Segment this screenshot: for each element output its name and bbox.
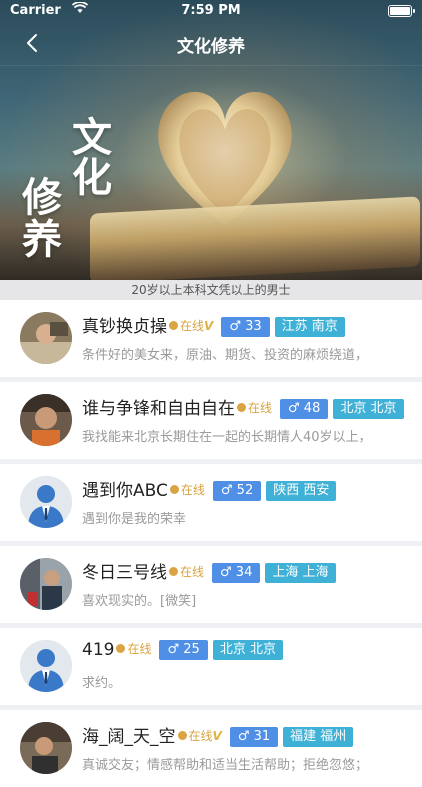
- online-label: 在线: [127, 642, 152, 656]
- battery-icon: [388, 5, 415, 17]
- location-badge: 上海 上海: [265, 563, 336, 583]
- status-bar: Carrier 7:59 PM: [0, 0, 422, 22]
- default-avatar-icon[interactable]: [20, 640, 72, 692]
- user-description: 我找能来北京长期住在一起的长期情人40岁以上，: [82, 430, 372, 445]
- user-name: 遇到你ABC: [82, 481, 168, 501]
- user-name: 冬日三号线: [82, 563, 167, 583]
- hero-char-hua: 化: [72, 155, 112, 201]
- online-dot-icon: [169, 485, 179, 494]
- user-name: 海_阔_天_空: [82, 727, 176, 747]
- clock: 7:59 PM: [181, 3, 241, 18]
- user-description: 真诚交友；情感帮助和适当生活帮助；拒绝忽悠；: [82, 758, 369, 773]
- location-badge: 江苏 南京: [274, 317, 345, 337]
- user-list-item[interactable]: 遇到你ABC 在线 ♂ 52 陕西 西安 遇到你是我的荣幸: [0, 464, 422, 541]
- user-name-row: 谁与争锋和自由自在 在线 ♂ 48 北京 北京: [82, 394, 404, 419]
- online-dot-icon: [116, 644, 126, 653]
- user-description: 求约。: [82, 676, 122, 691]
- location-badge: 北京 北京: [212, 640, 283, 660]
- online-status: 在线: [237, 399, 272, 416]
- user-description: 条件好的美女来，原油、期货、投资的麻烦绕道，: [82, 348, 369, 363]
- online-status: 在线: [169, 481, 205, 498]
- navigation-bar: 文化修养: [0, 22, 422, 66]
- user-name: 真钞换贞操: [82, 317, 167, 337]
- user-list-item[interactable]: 真钞换贞操 在线V ♂ 33 江苏 南京 条件好的美女来，原油、期货、投资的麻烦绕道，: [0, 300, 422, 377]
- location-badge: 陕西 西安: [266, 481, 337, 501]
- age-badge: ♂ 25: [159, 640, 208, 660]
- user-description: 遇到你是我的荣幸: [82, 512, 187, 527]
- user-list-item[interactable]: 冬日三号线 在线 ♂ 34 上海 上海 喜欢现实的。[微笑]: [0, 546, 422, 623]
- user-list-item[interactable]: 谁与争锋和自由自在 在线 ♂ 48 北京 北京 我找能来北京长期住在一起的长期情人40…: [0, 382, 422, 459]
- user-name: 419: [82, 640, 115, 660]
- online-status: 在线: [169, 563, 204, 580]
- age-badge: ♂ 33: [221, 317, 270, 337]
- user-name-row: 419 在线 ♂ 25 北京 北京: [82, 640, 283, 660]
- user-description: 喜欢现实的。[微笑]: [82, 594, 197, 609]
- online-label: 在线: [180, 319, 205, 333]
- user-name-row: 海_阔_天_空 在线V ♂ 31 福建 福州: [82, 722, 354, 747]
- online-status: 在线: [177, 727, 213, 744]
- online-dot-icon: [177, 731, 187, 740]
- avatar[interactable]: [20, 558, 72, 610]
- default-avatar-icon[interactable]: [20, 476, 72, 528]
- online-status: 在线: [169, 317, 204, 334]
- online-dot-icon: [169, 321, 178, 330]
- avatar[interactable]: [20, 722, 72, 774]
- user-name-row: 冬日三号线 在线 ♂ 34 上海 上海: [82, 558, 336, 583]
- user-name-row: 真钞换贞操 在线V ♂ 33 江苏 南京: [82, 312, 345, 337]
- user-list: 真钞换贞操 在线V ♂ 33 江苏 南京 条件好的美女来，原油、期货、投资的麻烦绕道，…: [0, 300, 422, 787]
- online-dot-icon: [237, 403, 246, 412]
- age-badge: ♂ 31: [229, 727, 279, 747]
- online-label: 在线: [188, 729, 213, 743]
- location-badge: 北京 北京: [333, 399, 404, 419]
- online-label: 在线: [180, 483, 205, 497]
- hero-char-yang: 养: [22, 217, 62, 263]
- age-badge: ♂ 48: [280, 399, 329, 419]
- age-badge: ♂ 34: [212, 563, 261, 583]
- category-subtitle: 20岁以上本科文凭以上的男士: [0, 280, 422, 300]
- user-name-row: 遇到你ABC 在线 ♂ 52 陕西 西安: [82, 476, 337, 501]
- user-list-item[interactable]: 419 在线 ♂ 25 北京 北京 求约。: [0, 628, 422, 705]
- age-badge: ♂ 52: [212, 481, 262, 501]
- vip-icon: V: [204, 319, 214, 333]
- online-label: 在线: [248, 401, 273, 415]
- user-list-item[interactable]: 海_阔_天_空 在线V ♂ 31 福建 福州 真诚交友；情感帮助和适当生活帮助；拒绝忽…: [0, 710, 422, 787]
- online-label: 在线: [180, 565, 205, 579]
- avatar[interactable]: [20, 394, 72, 446]
- online-dot-icon: [169, 567, 178, 576]
- avatar[interactable]: [20, 312, 72, 364]
- user-name: 谁与争锋和自由自在: [82, 399, 235, 419]
- page-title: 文化修养: [177, 37, 245, 57]
- location-badge: 福建 福州: [283, 727, 354, 747]
- online-status: 在线: [116, 640, 151, 657]
- vip-icon: V: [212, 729, 222, 743]
